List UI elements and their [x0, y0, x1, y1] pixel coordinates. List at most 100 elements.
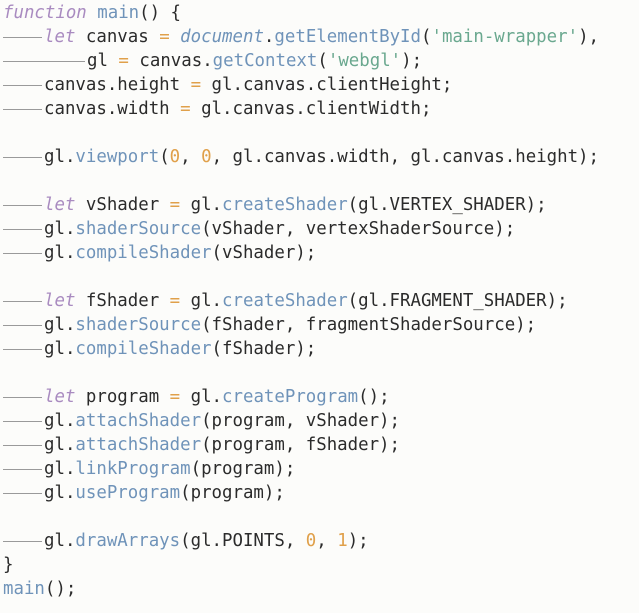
code-token: (gl.FRAGMENT_SHADER); — [347, 291, 568, 311]
code-line[interactable]: gl.useProgram(program); — [3, 481, 639, 505]
code-token: 0 — [305, 531, 317, 551]
code-token: function — [3, 3, 87, 23]
code-token: drawArrays — [75, 531, 181, 551]
code-token: ), — [578, 27, 600, 47]
code-line[interactable] — [3, 121, 639, 145]
code-token: main — [97, 3, 140, 23]
code-token: useProgram — [75, 483, 181, 503]
code-line[interactable]: gl.shaderSource(vShader, vertexShaderSou… — [3, 217, 639, 241]
code-token: ( — [159, 147, 170, 167]
code-token: shaderSource — [75, 315, 202, 335]
code-token: gl. — [44, 411, 76, 431]
code-line[interactable] — [3, 361, 639, 385]
code-token: ( — [317, 51, 328, 71]
code-token: gl. — [44, 315, 76, 335]
code-token: gl. — [180, 291, 223, 311]
code-token: , — [180, 147, 202, 167]
code-token: 'webgl' — [327, 51, 402, 71]
code-line[interactable]: gl.viewport(0, 0, gl.canvas.width, gl.ca… — [3, 145, 639, 169]
code-token: attachShader — [75, 435, 202, 455]
code-token: canvas — [75, 27, 160, 47]
code-line[interactable]: function main() { — [3, 1, 639, 25]
indent-guide — [3, 337, 44, 361]
code-line[interactable]: gl.drawArrays(gl.POINTS, 0, 1); — [3, 529, 639, 553]
code-token: (); — [44, 579, 77, 599]
code-line[interactable]: canvas.width = gl.canvas.clientWidth; — [3, 97, 639, 121]
code-line[interactable]: gl.attachShader(program, fShader); — [3, 433, 639, 457]
code-token: = — [190, 75, 202, 95]
indent-guide — [3, 457, 44, 481]
code-token: getContext — [212, 51, 318, 71]
code-token: getElementById — [274, 27, 421, 47]
code-token: gl. — [44, 459, 76, 479]
code-token: (vShader, vertexShaderSource); — [201, 219, 516, 239]
code-token: main — [3, 579, 45, 599]
code-line[interactable]: gl = canvas.getContext('webgl'); — [3, 49, 639, 73]
code-line[interactable]: let canvas = document.getElementById('ma… — [3, 25, 639, 49]
code-token: (program); — [180, 483, 285, 503]
code-token: gl. — [44, 339, 76, 359]
code-token: (fShader); — [211, 339, 317, 359]
indent-guide — [3, 193, 44, 217]
code-token: let — [44, 27, 76, 47]
code-line[interactable]: gl.compileShader(vShader); — [3, 241, 639, 265]
indent-guide — [3, 217, 44, 241]
code-token: canvas.width — [44, 99, 181, 119]
indent-guide — [3, 145, 44, 169]
code-line[interactable] — [3, 265, 639, 289]
code-token: fShader — [75, 291, 170, 311]
code-token: gl. — [180, 387, 223, 407]
code-token: canvas. — [128, 51, 213, 71]
code-line[interactable] — [3, 169, 639, 193]
indent-guide — [3, 409, 44, 433]
indent-guide — [3, 313, 44, 337]
code-token: (program, vShader); — [201, 411, 400, 431]
code-token: 1 — [337, 531, 348, 551]
code-line[interactable]: let vShader = gl.createShader(gl.VERTEX_… — [3, 193, 639, 217]
code-token: = — [169, 291, 181, 311]
code-token: , — [316, 531, 338, 551]
code-token: createShader — [222, 195, 348, 215]
code-token: = — [180, 99, 191, 119]
indent-guide — [3, 25, 44, 49]
code-token: (gl.VERTEX_SHADER); — [347, 195, 547, 215]
indent-guide — [3, 433, 44, 457]
code-editor[interactable]: function main() {let canvas = document.g… — [0, 0, 639, 613]
code-token: } — [3, 555, 14, 575]
code-line[interactable]: canvas.height = gl.canvas.clientHeight; — [3, 73, 639, 97]
code-token: gl.canvas.clientWidth; — [190, 99, 432, 119]
indent-guide — [3, 241, 44, 265]
indent-guide — [3, 289, 44, 313]
code-token: gl. — [44, 147, 76, 167]
code-token: let — [44, 291, 76, 311]
code-line[interactable]: gl.linkProgram(program); — [3, 457, 639, 481]
code-token: gl. — [44, 219, 76, 239]
code-token: attachShader — [75, 411, 202, 431]
code-token: linkProgram — [75, 459, 191, 479]
code-line[interactable]: gl.compileShader(fShader); — [3, 337, 639, 361]
code-token: (program, fShader); — [201, 435, 400, 455]
code-token: vShader — [75, 195, 170, 215]
code-token: = — [159, 27, 170, 47]
code-line[interactable]: gl.shaderSource(fShader, fragmentShaderS… — [3, 313, 639, 337]
code-token: compileShader — [75, 339, 212, 359]
code-token: gl. — [180, 195, 223, 215]
code-line[interactable]: gl.attachShader(program, vShader); — [3, 409, 639, 433]
code-line[interactable]: } — [3, 553, 639, 577]
code-line[interactable]: let program = gl.createProgram(); — [3, 385, 639, 409]
code-token: gl. — [44, 435, 76, 455]
code-line[interactable]: main(); — [3, 577, 639, 601]
code-token: createProgram — [222, 387, 359, 407]
code-token: (fShader, fragmentShaderSource); — [201, 315, 537, 335]
code-token: gl.canvas.clientHeight; — [201, 75, 453, 95]
code-token: (); — [358, 387, 390, 407]
code-token: compileShader — [75, 243, 212, 263]
code-token: , gl.canvas.width, gl.canvas.height); — [211, 147, 599, 167]
code-line[interactable] — [3, 505, 639, 529]
code-line[interactable]: let fShader = gl.createShader(gl.FRAGMEN… — [3, 289, 639, 313]
indent-guide — [3, 529, 44, 553]
code-token: (program); — [190, 459, 296, 479]
code-token: 0 — [169, 147, 181, 167]
code-token: let — [44, 195, 76, 215]
